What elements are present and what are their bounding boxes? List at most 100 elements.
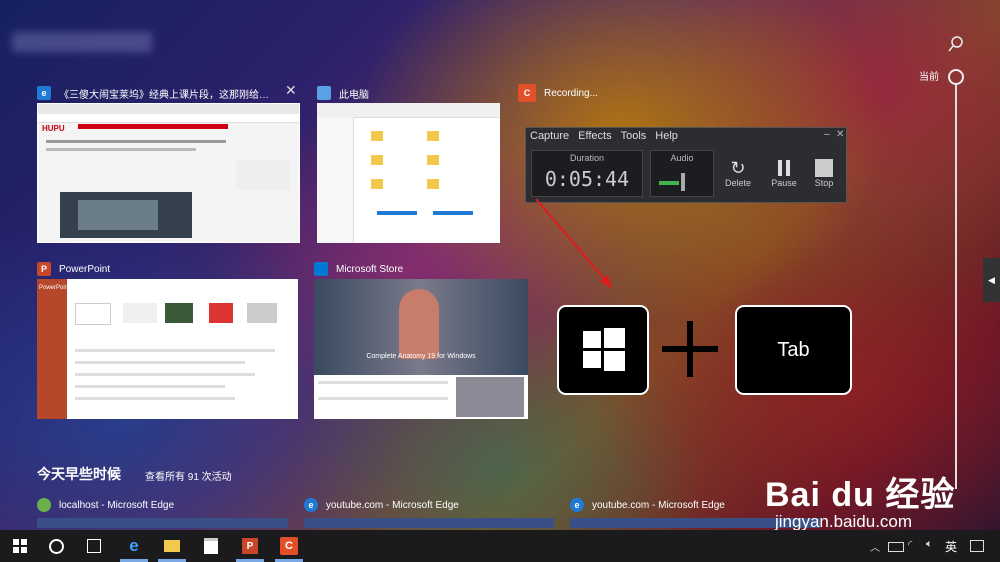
- circle-icon: [48, 538, 64, 554]
- chevron-left-icon: ◀: [988, 274, 995, 285]
- window-title: PowerPoint: [59, 263, 111, 275]
- taskbar-camtasia[interactable]: C: [279, 536, 299, 556]
- store-banner-text: Complete Anatomy 19 for Windows: [366, 353, 476, 360]
- menu-tools[interactable]: Tools: [621, 130, 647, 142]
- window-thumbnail[interactable]: HUPU: [37, 103, 300, 243]
- timeline-current-label: 当前: [919, 72, 939, 83]
- window-header: P PowerPoint: [37, 259, 110, 279]
- battery-icon[interactable]: [888, 542, 904, 552]
- activity-label: localhost - Microsoft Edge: [59, 499, 175, 511]
- section-title: 今天早些时候: [37, 466, 121, 482]
- window-header: C Recording...: [518, 83, 598, 103]
- show-hidden-icons[interactable]: ︿: [870, 539, 880, 554]
- camtasia-icon: C: [518, 84, 536, 102]
- folder-icon: [164, 540, 180, 552]
- baidu-watermark: Bai du 经验 jingyan.baidu.com: [765, 455, 995, 535]
- store-icon: [204, 538, 218, 554]
- window-title: Microsoft Store: [336, 263, 404, 275]
- window-title: Recording...: [544, 87, 598, 99]
- duration-value: 0:05:44: [544, 167, 630, 191]
- powerpoint-icon: P: [37, 262, 51, 276]
- audio-slider[interactable]: [681, 173, 685, 191]
- activity-card[interactable]: [304, 518, 554, 528]
- store-icon: [314, 262, 328, 276]
- hupu-logo: HUPU: [42, 124, 65, 133]
- delete-label: Delete: [724, 178, 751, 188]
- see-all-link[interactable]: 查看所有 91 次活动: [145, 468, 232, 483]
- task-view-button[interactable]: [84, 536, 104, 556]
- blurred-area: [12, 32, 152, 52]
- taskbar-edge[interactable]: e: [124, 536, 144, 556]
- activity-label: youtube.com - Microsoft Edge: [326, 499, 459, 511]
- pause-icon: [764, 158, 804, 178]
- volume-icon[interactable]: 🔈︎: [926, 538, 933, 551]
- ime-indicator[interactable]: 英: [945, 538, 957, 555]
- pause-label: Pause: [771, 178, 797, 188]
- window-thumbnail[interactable]: [317, 103, 500, 243]
- action-center-icon[interactable]: [970, 540, 984, 552]
- menu-capture[interactable]: Capture: [530, 130, 569, 142]
- activity-item[interactable]: e youtube.com - Microsoft Edge: [570, 498, 725, 512]
- computer-icon: [317, 86, 331, 100]
- task-view-icon: [87, 539, 101, 553]
- audio-box: Audio: [650, 150, 714, 197]
- window-header: e 《三傻大闹宝莱坞》经典上课片段，这那刚给你...: [37, 83, 269, 103]
- pause-button[interactable]: Pause: [764, 158, 804, 188]
- menu-effects[interactable]: Effects: [578, 130, 611, 142]
- close-icon[interactable]: ✕: [285, 82, 297, 99]
- timeline-search-icon[interactable]: [947, 35, 965, 53]
- recorder-menu: Capture Effects Tools Help: [530, 130, 678, 142]
- stop-icon: [804, 158, 844, 178]
- window-this-pc[interactable]: 此电脑: [317, 83, 500, 243]
- tab-key-label: Tab: [777, 338, 810, 361]
- watermark-url: jingyan.baidu.com: [775, 512, 913, 531]
- timeline-handle[interactable]: [948, 69, 964, 85]
- side-expand-button[interactable]: ◀: [983, 258, 1000, 302]
- window-thumbnail[interactable]: PowerPoint: [37, 279, 298, 419]
- edge-icon: e: [304, 498, 318, 512]
- window-header: 此电脑: [317, 83, 369, 103]
- watermark-brand: Bai du 经验: [765, 476, 956, 514]
- taskbar-powerpoint[interactable]: P: [240, 536, 260, 556]
- activity-item[interactable]: localhost - Microsoft Edge: [37, 498, 174, 512]
- taskbar: [0, 530, 1000, 562]
- windows-key: [557, 305, 649, 395]
- window-recording[interactable]: C Recording...: [518, 83, 718, 103]
- stop-label: Stop: [814, 178, 834, 188]
- window-thumbnail[interactable]: Complete Anatomy 19 for Windows: [314, 279, 528, 419]
- audio-label: Audio: [670, 153, 694, 163]
- network-icon[interactable]: ◜: [908, 538, 912, 551]
- duration-label: Duration: [569, 153, 605, 163]
- window-header: Microsoft Store: [314, 259, 403, 279]
- window-title: 《三傻大闹宝莱坞》经典上课片段，这那刚给你...: [59, 89, 269, 101]
- windows-logo-icon: [583, 328, 625, 371]
- window-edge[interactable]: e 《三傻大闹宝莱坞》经典上课片段，这那刚给你... ✕ HUPU: [37, 82, 300, 243]
- minimize-icon[interactable]: –: [824, 129, 830, 140]
- window-store[interactable]: Microsoft Store Complete Anatomy 19 for …: [314, 259, 528, 419]
- timeline-track[interactable]: [955, 84, 957, 489]
- annotation-arrow: [535, 198, 612, 289]
- stop-button[interactable]: Stop: [804, 158, 844, 188]
- activity-item[interactable]: e youtube.com - Microsoft Edge: [304, 498, 459, 512]
- tab-key: Tab: [735, 305, 852, 395]
- delete-button[interactable]: ↻ Delete: [718, 158, 758, 188]
- taskbar-explorer[interactable]: [162, 536, 182, 556]
- edge-icon: e: [37, 86, 51, 100]
- menu-help[interactable]: Help: [655, 130, 678, 142]
- cortana-button[interactable]: [46, 536, 66, 556]
- edge-icon: e: [129, 536, 139, 555]
- close-icon[interactable]: ✕: [836, 129, 844, 140]
- activity-card[interactable]: [37, 518, 288, 528]
- window-powerpoint[interactable]: P PowerPoint PowerPoint: [37, 259, 298, 419]
- refresh-icon: ↻: [730, 158, 746, 178]
- audio-level-meter: [659, 181, 679, 185]
- camtasia-icon: C: [280, 537, 298, 555]
- window-title: 此电脑: [339, 89, 369, 101]
- ppt-header-label: PowerPoint: [39, 285, 70, 291]
- plus-sign-vertical: [687, 321, 693, 377]
- start-button[interactable]: [10, 536, 30, 556]
- powerpoint-icon: P: [242, 538, 258, 554]
- taskbar-store[interactable]: [201, 536, 221, 556]
- recorder-panel[interactable]: Capture Effects Tools Help – ✕ Duration …: [525, 127, 847, 203]
- duration-box: Duration 0:05:44: [531, 150, 643, 197]
